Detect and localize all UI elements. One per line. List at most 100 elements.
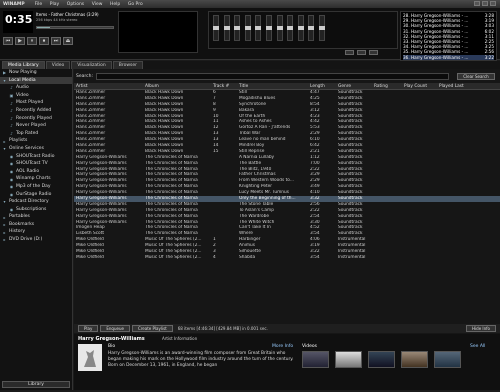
sidebar-item-podcast-directory[interactable]: ▾ Podcast Directory — [0, 198, 72, 206]
close-button[interactable] — [490, 1, 496, 6]
sidebar-item-never-played[interactable]: ♪ Never Played — [0, 122, 72, 130]
play-button[interactable]: ▶ — [15, 37, 25, 45]
tab-media-library[interactable]: Media Library — [2, 61, 45, 69]
search-input[interactable] — [95, 72, 449, 80]
column-length[interactable]: Length — [308, 83, 336, 89]
previous-button[interactable]: ⏮ — [3, 37, 13, 45]
clear-search-button[interactable]: Clear Search — [456, 72, 495, 80]
eq-band-slider[interactable] — [276, 15, 283, 41]
eject-button[interactable]: ⏏ — [63, 37, 73, 45]
eq-auto-button[interactable] — [357, 50, 366, 55]
tab-visualization[interactable]: Visualization — [71, 61, 112, 69]
sidebar-item-icon: ♪ — [10, 85, 13, 91]
sidebar-item-subscriptions[interactable]: ◉ Subscriptions — [0, 206, 72, 214]
sidebar-item-aol-radio[interactable]: ◉ AOL Radio — [0, 168, 72, 176]
sidebar-item-most-played[interactable]: ♪ Most Played — [0, 99, 72, 107]
time-display[interactable]: 0:35 — [3, 11, 33, 33]
menu-go-pro[interactable]: Go Pro — [128, 2, 143, 7]
column-played-last[interactable]: Played Last — [437, 83, 500, 89]
sidebar-item-recently-played[interactable]: ♪ Recently Played — [0, 115, 72, 123]
seek-bar[interactable] — [36, 26, 114, 29]
column-play-count[interactable]: Play Count — [402, 83, 437, 89]
transport-controls: ⏮ ▶ ⏸ ⏹ ⏭ ⏏ — [3, 37, 73, 45]
eq-band-slider[interactable] — [308, 15, 315, 41]
play-selection-button[interactable]: Play — [78, 325, 99, 332]
tab-video[interactable]: Video — [45, 61, 71, 69]
sidebar-item-playlists[interactable]: ▸ Playlists — [0, 137, 72, 145]
sidebar-item-shoutcast-radio[interactable]: ◉ SHOUTcast Radio — [0, 153, 72, 161]
shade-button[interactable] — [482, 1, 488, 6]
bio-text: Harry Gregson-Williams is an award-winni… — [108, 351, 294, 369]
eq-band-slider[interactable] — [223, 15, 230, 41]
eq-band-slider[interactable] — [287, 15, 294, 41]
sidebar-tree: ▶ Now Playing ▾ Local Media ♪ Audio ▣ Video ♪ Mos… — [0, 69, 72, 244]
hide-info-button[interactable]: Hide Info — [466, 325, 496, 332]
menu-view[interactable]: View — [92, 2, 103, 7]
playlist-entry[interactable]: 36. Harry Gregson-Williams - ... 3:22 — [403, 54, 494, 60]
menu-options[interactable]: Options — [67, 2, 84, 7]
eq-band-slider[interactable] — [244, 15, 251, 41]
library-button[interactable]: Library — [2, 381, 70, 388]
sidebar-item-audio[interactable]: ♪ Audio — [0, 84, 72, 92]
sidebar-item-online-services[interactable]: ▾ Online Services — [0, 145, 72, 153]
eq-band-slider[interactable] — [234, 15, 241, 41]
sidebar-item-now-playing[interactable]: ▶ Now Playing — [0, 69, 72, 77]
video-thumbnail[interactable] — [401, 351, 428, 368]
sidebar-item-portables[interactable]: ▸ Portables — [0, 213, 72, 221]
column-artist[interactable]: Artist — [74, 83, 143, 89]
create-playlist-button[interactable]: Create Playlist — [131, 325, 173, 332]
sidebar-item-top-rated[interactable]: ♪ Top Rated — [0, 130, 72, 138]
menu-file[interactable]: File — [35, 2, 43, 7]
column-track[interactable]: Track # — [211, 83, 237, 89]
sidebar-item-icon: ♪ — [10, 131, 13, 137]
artist-information-link[interactable]: Artist Information — [162, 336, 197, 341]
sidebar-item-label: History — [9, 229, 26, 235]
sidebar-item-ourstage-radio[interactable]: ◉ OurStage Radio — [0, 191, 72, 199]
sidebar-item-bookmarks[interactable]: ▸ Bookmarks — [0, 221, 72, 229]
equalizer — [208, 11, 398, 49]
tab-browser[interactable]: Browser — [112, 61, 143, 69]
sidebar-item-icon: ▾ — [3, 199, 6, 205]
column-genre[interactable]: Genre — [336, 83, 372, 89]
sidebar-item-history[interactable]: ▸ History — [0, 228, 72, 236]
table-row[interactable]: Mike Oldfield Music Of The Spheres (2... 4… — [74, 255, 500, 261]
enqueue-button[interactable]: Enqueue — [100, 325, 130, 332]
pause-button[interactable]: ⏸ — [27, 37, 37, 45]
video-thumbnail[interactable] — [434, 351, 461, 368]
sidebar-item-shoutcast-tv[interactable]: ◉ SHOUTcast TV — [0, 160, 72, 168]
column-album[interactable]: Album — [143, 83, 211, 89]
channels-value: stereo — [66, 18, 78, 22]
sidebar-item-mp3-of-the-day[interactable]: ◉ Mp3 of the Day — [0, 183, 72, 191]
eq-preamp-slider[interactable] — [213, 15, 219, 41]
videos-heading: Videos — [302, 344, 317, 349]
video-thumbnail[interactable] — [335, 351, 362, 368]
stop-button[interactable]: ⏹ — [39, 37, 49, 45]
status-bar: Play Enqueue Create Playlist 68 items [4… — [74, 324, 500, 333]
menu-play[interactable]: Play — [50, 2, 59, 7]
eq-on-button[interactable] — [345, 50, 354, 55]
sidebar-item-winamp-charts[interactable]: ◉ Winamp Charts — [0, 175, 72, 183]
eq-presets-button[interactable] — [369, 50, 378, 55]
sidebar-item-label: Bookmarks — [9, 221, 35, 227]
more-info-link[interactable]: More Info — [272, 344, 293, 349]
sidebar-item-icon: ◉ — [9, 161, 14, 167]
table-cell: Music Of The Spheres (2... — [145, 254, 202, 260]
eq-band-slider[interactable] — [297, 15, 304, 41]
column-rating[interactable]: Rating — [372, 83, 402, 89]
eq-band-slider[interactable] — [255, 15, 262, 41]
menu-help[interactable]: Help — [110, 2, 120, 7]
see-all-link[interactable]: See All — [470, 344, 485, 349]
eq-band-slider[interactable] — [265, 15, 272, 41]
sidebar-item-dvd-drive-d[interactable]: ▸ DVD Drive (D:) — [0, 236, 72, 244]
video-thumbnail[interactable] — [302, 351, 329, 368]
sidebar-item-video[interactable]: ▣ Video — [0, 92, 72, 100]
eq-band-slider[interactable] — [318, 15, 325, 41]
sidebar-item-local-media[interactable]: ▾ Local Media — [0, 76, 72, 85]
next-button[interactable]: ⏭ — [51, 37, 61, 45]
column-title[interactable]: Title — [237, 83, 308, 89]
sidebar-item-icon: ▸ — [3, 222, 6, 228]
sidebar-item-recently-added[interactable]: ♪ Recently Added — [0, 107, 72, 115]
sidebar-item-icon: ▸ — [3, 229, 6, 235]
minimize-button[interactable] — [474, 1, 480, 6]
video-thumbnail[interactable] — [368, 351, 395, 368]
